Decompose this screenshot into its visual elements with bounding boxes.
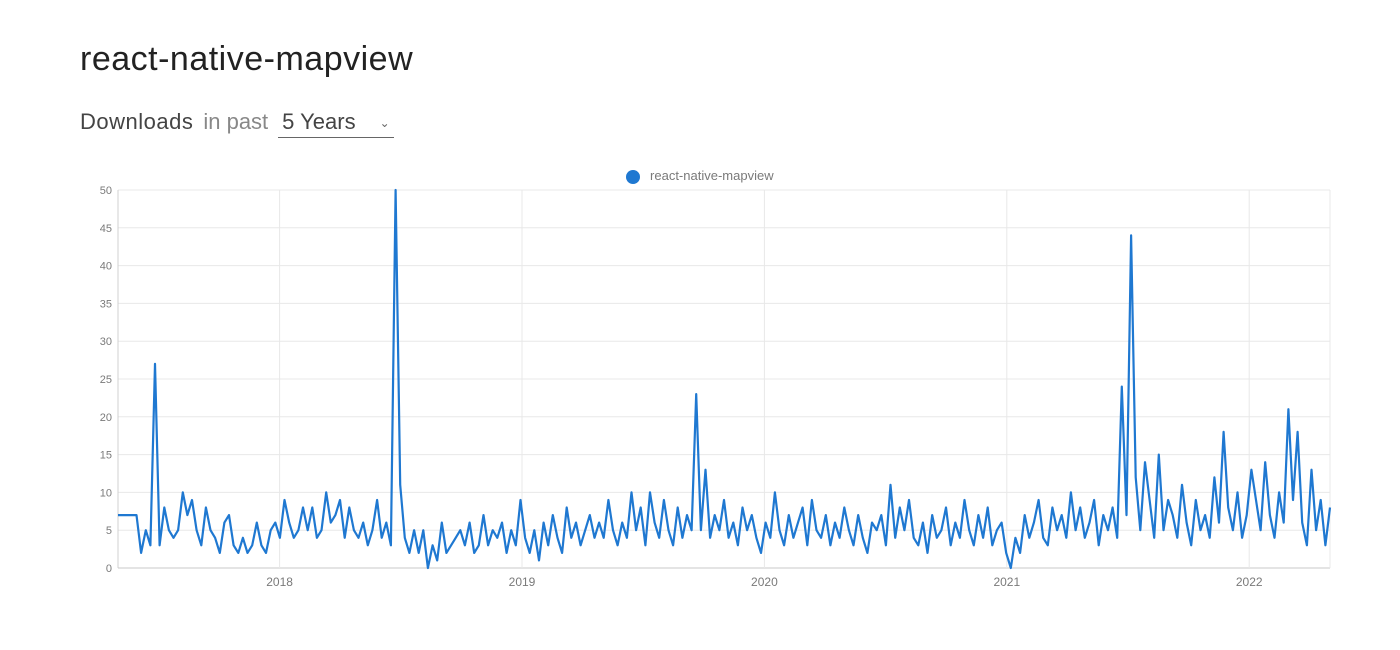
svg-text:30: 30: [100, 336, 112, 348]
chart-legend: react-native-mapview: [80, 168, 1320, 184]
chart-svg: 0 5 10 15 20 25 30 35 40 45 50 2018 2019 2020 2021 2022: [80, 168, 1340, 598]
svg-text:50: 50: [100, 185, 112, 197]
downloads-range-line: Downloads in past 5 Years ⌄: [80, 109, 1320, 138]
svg-text:25: 25: [100, 374, 112, 386]
svg-text:0: 0: [106, 563, 112, 575]
svg-text:2022: 2022: [1236, 575, 1263, 589]
downloads-chart: react-native-mapview 0 5 10 15 20 25 30 35 40 45 5…: [80, 168, 1320, 598]
page-title: react-native-mapview: [80, 40, 1320, 79]
svg-text:2020: 2020: [751, 575, 778, 589]
svg-text:2021: 2021: [993, 575, 1020, 589]
legend-series-label: react-native-mapview: [650, 168, 774, 183]
svg-text:20: 20: [100, 412, 112, 424]
legend-dot-icon: [626, 170, 640, 184]
svg-text:2019: 2019: [509, 575, 536, 589]
svg-text:40: 40: [100, 261, 112, 273]
in-past-label: in past: [203, 109, 268, 135]
range-select[interactable]: 5 Years ⌄: [278, 109, 393, 138]
svg-text:15: 15: [100, 450, 112, 462]
chevron-down-icon: ⌄: [380, 116, 390, 130]
svg-text:5: 5: [106, 525, 112, 537]
svg-text:35: 35: [100, 298, 112, 310]
downloads-label: Downloads: [80, 109, 193, 135]
svg-text:10: 10: [100, 487, 112, 499]
svg-text:45: 45: [100, 223, 112, 235]
svg-text:2018: 2018: [266, 575, 293, 589]
range-select-value: 5 Years: [282, 109, 355, 135]
